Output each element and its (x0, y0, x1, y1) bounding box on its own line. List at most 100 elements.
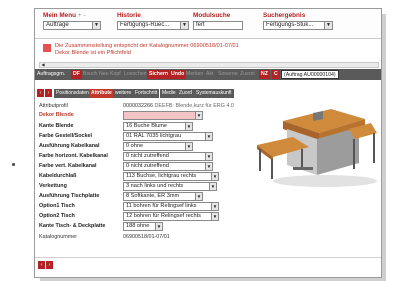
option2-tisch-select[interactable]: 12 bohren für Relingsef rechts ▼ (123, 212, 219, 221)
toolbar-merken-button[interactable]: Merken (186, 70, 203, 79)
tab-bar: ‹ › Positionsdaten Attribute weitere For… (35, 89, 381, 98)
chevron-down-icon[interactable]: ▼ (211, 173, 218, 180)
dekor-blende-select[interactable]: ▼ (123, 111, 203, 120)
attributprofil-value: 0000032266 DEEFB: Blende,kurz für ERG 4.… (123, 103, 234, 109)
form-row: Option1 Tisch 11 bohren für Relingsef li… (39, 202, 244, 211)
toolbar-bsuch-button[interactable]: Bsuch (83, 70, 97, 79)
tab-zuord[interactable]: Zuord (177, 89, 195, 98)
dekor-blende-row: Dekor Blende ▼ (39, 111, 245, 120)
attributprofil-row: Attributprofil 0000032266 DEEFB: Blende,… (39, 102, 244, 111)
suchergebnis-select[interactable]: Fertigungs-Stuk... ▼ (263, 21, 333, 30)
toolbar-zuerst-button[interactable]: Zuerst (240, 70, 255, 79)
toolbar-df-button[interactable]: DF (71, 70, 82, 79)
farbe-horizont-kabelkanal-label: Farbe horizont. Kabelkanal (39, 153, 108, 159)
form-row: Kabeldurchlaß 113 Buchse, lichtgrau rech… (39, 172, 244, 181)
ausfuehrung-kabelkanal-select[interactable]: 0 ohne ▼ (123, 142, 193, 151)
kabeldurchlass-value: 113 Buchse, lichtgrau rechts (126, 173, 197, 179)
toolbar-sichern-button[interactable]: Sichern (147, 70, 171, 79)
tab-attribute[interactable]: Attribute (89, 89, 114, 98)
kabeldurchlass-label: Kabeldurchlaß (39, 173, 77, 179)
farbe-gestell-select[interactable]: 01 RAL 7035 lichtgrau ▼ (123, 132, 213, 141)
chevron-down-icon[interactable]: ▼ (92, 22, 100, 29)
katalognummer-label: Katalognummer (39, 234, 78, 240)
scroll-left-icon[interactable]: ◀ (40, 63, 46, 67)
farbe-vert-kabelkanal-value: 0 nicht zutreffend (126, 163, 169, 169)
chevron-down-icon[interactable]: ▼ (211, 203, 218, 210)
kante-blende-value: 16 Buche Blume (126, 123, 168, 129)
menu-plus-minus[interactable]: + - (78, 12, 86, 19)
toolbar-akt-button[interactable]: Akt (206, 70, 214, 79)
option2-tisch-value: 12 bohren für Relingsef rechts (126, 213, 201, 219)
toolbar-c-button[interactable]: C (272, 70, 280, 79)
tab-prev-icon[interactable]: ‹ (37, 89, 44, 97)
page-next-icon[interactable]: › (46, 261, 53, 269)
form-row: Kante Blende 16 Buche Blume ▼ (39, 122, 244, 131)
kante-tisch-deckplatte-label: Kante Tisch- & Deckplatte (39, 223, 106, 229)
toolbar-undo-button[interactable]: Undo (169, 70, 187, 79)
option1-tisch-label: Option1 Tisch (39, 203, 75, 209)
message-area: Die Zusammenstellung entspricht der Kata… (35, 39, 381, 68)
order-number: Auftrag AU00000104 (285, 72, 334, 78)
tab-positionsdaten[interactable]: Positionsdaten (54, 89, 91, 98)
chevron-down-icon[interactable]: ▼ (211, 213, 218, 220)
app-window: Mein Menu + - Aufträge ▼ Historie Fertig… (34, 8, 382, 278)
historie-label: Historie (117, 12, 141, 19)
verkettung-label: Verkettung (39, 183, 67, 189)
chevron-down-icon[interactable]: ▼ (205, 153, 212, 160)
chevron-down-icon[interactable]: ▼ (209, 183, 216, 190)
farbe-vert-kabelkanal-select[interactable]: 0 nicht zutreffend ▼ (123, 162, 213, 171)
toolbar-neu-button[interactable]: Neu (99, 70, 109, 79)
chevron-down-icon[interactable]: ▼ (155, 223, 162, 230)
chevron-down-icon[interactable]: ▼ (180, 22, 188, 29)
error-message: Dekor Blende ist ein Pflichtfeld (55, 50, 131, 56)
frame-shadow (382, 14, 386, 280)
chevron-down-icon[interactable]: ▼ (205, 133, 212, 140)
option1-tisch-select[interactable]: 11 bohren für Relingsef links ▼ (123, 202, 219, 211)
chevron-down-icon[interactable]: ▼ (205, 163, 212, 170)
katalognummer-row: Katalognummer 06900518/01-07/01 (39, 233, 244, 242)
verkettung-select[interactable]: 3 nach links und rechts ▼ (123, 182, 217, 191)
menu-label: Mein Menu + - (43, 12, 101, 19)
historie-select[interactable]: Fertigungs-Ruec... ▼ (117, 21, 189, 30)
verkettung-value: 3 nach links und rechts (126, 183, 184, 189)
form-row: Option2 Tisch 12 bohren für Relingsef re… (39, 212, 244, 221)
option1-tisch-value: 11 bohren für Relingsef links (126, 203, 197, 209)
bullet-marker (12, 163, 15, 166)
ausfuehrung-tischplatte-value: 8 Softkante, ER 3mm (126, 193, 180, 199)
toolbar-sonerne-button[interactable]: Sonerne (218, 70, 238, 79)
suchergebnis-group: Suchergebnis Fertigungs-Stuk... ▼ (263, 12, 333, 30)
chevron-down-icon[interactable]: ▼ (195, 193, 202, 200)
kante-blende-select[interactable]: 16 Buche Blume ▼ (123, 122, 193, 131)
farbe-vert-kabelkanal-label: Farbe vert. Kabelkanal (39, 163, 97, 169)
chevron-down-icon[interactable]: ▼ (185, 143, 192, 150)
header-bar: Mein Menu + - Aufträge ▼ Historie Fertig… (35, 9, 381, 39)
kabeldurchlass-select[interactable]: 113 Buchse, lichtgrau rechts ▼ (123, 172, 219, 181)
form-row: Farbe vert. Kabelkanal 0 nicht zutreffen… (39, 162, 244, 171)
toolbar-auftragsgrn[interactable]: Auftragsgrn. (37, 70, 65, 79)
divider (35, 257, 381, 258)
tab-medie[interactable]: Medie (160, 89, 178, 98)
modulsuche-input[interactable]: fert (193, 21, 243, 30)
form-row: Farbe horizont. Kabelkanal 0 nicht zutre… (39, 152, 244, 161)
toolbar-loeschen-button[interactable]: Loeschen (124, 70, 147, 79)
tab-next-icon[interactable]: › (45, 89, 52, 97)
ausfuehrung-tischplatte-select[interactable]: 8 Softkante, ER 3mm ▼ (123, 192, 203, 201)
chevron-down-icon[interactable]: ▼ (195, 112, 202, 119)
menu-group: Mein Menu + - Aufträge ▼ (43, 12, 101, 30)
chevron-down-icon[interactable]: ▼ (185, 123, 192, 130)
page-prev-icon[interactable]: ‹ (38, 261, 45, 269)
menu-select[interactable]: Aufträge ▼ (43, 21, 101, 30)
tab-systemauskunft[interactable]: Systemauskunft (194, 89, 234, 98)
toolbar-order-field[interactable]: (Auftrag AU00000104) (281, 70, 339, 79)
kante-tisch-deckplatte-select[interactable]: 188 ohne ▼ (123, 222, 163, 231)
dekor-blende-label-wrap: Dekor Blende (39, 111, 119, 120)
form-row: Farbe Gestell/Sockel 01 RAL 7035 lichtgr… (39, 132, 244, 141)
farbe-horizont-kabelkanal-select[interactable]: 0 nicht zutreffend ▼ (123, 152, 213, 161)
message-scrollbar[interactable]: ◀ (39, 62, 379, 68)
chevron-down-icon[interactable]: ▼ (324, 22, 332, 29)
suchergebnis-label: Suchergebnis (263, 12, 306, 19)
tab-weitere[interactable]: weitere (113, 89, 134, 98)
tab-fortschritt[interactable]: Fortschritt (133, 89, 160, 98)
toolbar-kopf-button[interactable]: Kopf (110, 70, 121, 79)
toolbar-nz-button[interactable]: NZ (259, 70, 270, 79)
